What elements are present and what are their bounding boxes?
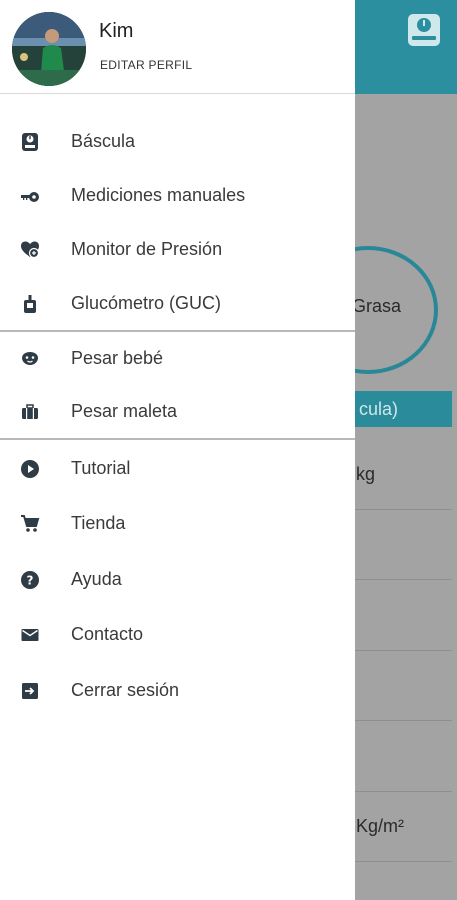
- scale-icon[interactable]: [406, 12, 442, 48]
- drawer-header: Kim EDITAR PERFIL: [0, 0, 355, 94]
- menu-item-label: Glucómetro (GUC): [71, 293, 222, 313]
- menu-item-label: Monitor de Presión: [71, 239, 223, 259]
- cart-icon: [21, 515, 40, 532]
- menu-divider: [0, 438, 355, 440]
- row-divider: [355, 650, 452, 651]
- menu-item-label: Ayuda: [71, 569, 122, 589]
- menu-item-pesar-bebe[interactable]: Pesar bebé: [0, 335, 355, 383]
- row-divider: [355, 720, 452, 721]
- menu-item-label: Tutorial: [71, 458, 131, 478]
- menu-item-pesar-maleta[interactable]: Pesar maleta: [0, 388, 355, 436]
- menu-item-label: Cerrar sesión: [71, 680, 180, 700]
- tape-measure-icon: [21, 192, 39, 202]
- edit-profile-link[interactable]: EDITAR PERFIL: [100, 58, 192, 72]
- svg-text:?: ?: [27, 574, 34, 588]
- gauge-label: Grasa: [352, 296, 402, 316]
- menu-item-label: Pesar bebé: [71, 348, 164, 368]
- user-name: Kim: [99, 20, 134, 42]
- menu-item-label: Báscula: [71, 131, 136, 151]
- menu-item-contacto[interactable]: Contacto: [0, 611, 355, 659]
- help-circle-icon: ?: [21, 571, 39, 589]
- baby-icon: [22, 352, 38, 365]
- menu-item-label: Contacto: [71, 624, 144, 644]
- scale-icon: [22, 133, 38, 151]
- avatar-image: [12, 12, 86, 86]
- row-divider: [355, 509, 452, 510]
- mail-icon: [21, 629, 39, 641]
- menu-item-cerrar-sesion[interactable]: Cerrar sesión: [0, 667, 355, 715]
- menu-item-label: Pesar maleta: [71, 401, 178, 421]
- menu-item-tienda[interactable]: Tienda: [0, 500, 355, 548]
- menu-item-monitor-presion[interactable]: Monitor de Presión: [0, 226, 355, 274]
- menu-item-ayuda[interactable]: ? Ayuda: [0, 556, 355, 604]
- menu-item-tutorial[interactable]: Tutorial: [0, 445, 355, 493]
- section-banner: cula): [355, 391, 452, 427]
- weight-unit: kg: [356, 464, 376, 484]
- menu-item-bascula[interactable]: Báscula: [0, 118, 355, 166]
- glucometer-icon: [24, 295, 36, 313]
- row-divider: [355, 579, 452, 580]
- suitcase-icon: [22, 404, 38, 419]
- menu-item-glucometro[interactable]: Glucómetro (GUC): [0, 280, 355, 328]
- row-divider: [355, 791, 452, 792]
- menu-item-label: Tienda: [71, 513, 126, 533]
- logout-icon: [22, 683, 38, 699]
- navigation-drawer: Kim EDITAR PERFIL Báscula Mediciones man…: [0, 0, 355, 900]
- heart-pressure-icon: [21, 241, 40, 259]
- bmi-unit: Kg/m²: [356, 816, 405, 836]
- menu-item-label: Mediciones manuales: [71, 185, 246, 205]
- row-divider: [355, 861, 452, 862]
- avatar[interactable]: [12, 12, 86, 86]
- menu-item-mediciones-manuales[interactable]: Mediciones manuales: [0, 172, 355, 220]
- play-circle-icon: [21, 460, 39, 478]
- menu-divider: [0, 330, 355, 332]
